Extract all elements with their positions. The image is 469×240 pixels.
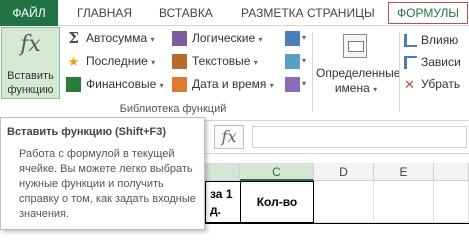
cell-b-header[interactable]: за 1 д. [205, 181, 240, 223]
column-header-f[interactable] [434, 163, 469, 181]
formula-input[interactable] [252, 126, 467, 148]
worksheet-grid: за 1 д. Кол-во [205, 181, 469, 230]
sigma-icon: Σ [68, 29, 79, 47]
tab-insert[interactable]: ВСТАВКА [159, 3, 213, 23]
math-icon [285, 54, 300, 69]
more-functions-icon [285, 77, 300, 92]
tab-file[interactable]: ФАЙЛ [0, 0, 58, 26]
name-manager-icon [343, 34, 367, 58]
text-icon [172, 54, 187, 69]
trace-dependents-icon [404, 56, 417, 69]
group-separator [399, 32, 400, 112]
chevron-down-icon: ▾ [269, 81, 274, 90]
tab-home[interactable]: ГЛАВНАЯ [77, 3, 132, 23]
fx-icon[interactable]: fx [214, 125, 244, 149]
chevron-down-icon: ▾ [302, 79, 307, 88]
chevron-down-icon: ▾ [258, 35, 263, 44]
fx-icon: fx [20, 32, 41, 57]
cell-e[interactable] [374, 181, 434, 223]
chevron-down-icon: ▾ [159, 81, 164, 90]
chevron-down-icon: ▾ [150, 35, 155, 44]
defined-names-button[interactable]: Определенные имена ▾ [316, 32, 401, 102]
cell-f[interactable] [434, 181, 469, 223]
insert-function-label: Вставить функцию [7, 70, 54, 96]
chevron-down-icon: ▾ [302, 33, 307, 42]
ribbon-tabs: ФАЙЛ ГЛАВНАЯ ВСТАВКА РАЗМЕТКА СТРАНИЦЫ Ф… [0, 0, 469, 26]
ribbon-formulas: fx Вставить функцию Σ Автосумма ▾ ★ Посл… [0, 26, 469, 121]
column-header-d[interactable]: D [314, 163, 374, 181]
trace-precedents-icon [404, 34, 417, 47]
defined-names-label: Определенные имена ▾ [316, 66, 401, 95]
column-header-c[interactable]: C [240, 163, 314, 181]
table-row [205, 223, 469, 230]
tab-page-layout[interactable]: РАЗМЕТКА СТРАНИЦЫ [241, 3, 375, 23]
function-library-label: Библиотека функций [119, 103, 227, 115]
column-header-e[interactable]: E [374, 163, 434, 181]
column-header-b[interactable] [205, 163, 240, 181]
chevron-down-icon: ▾ [302, 56, 307, 65]
tooltip-title: Вставить функцию (Shift+F3) [7, 126, 167, 138]
insert-function-tooltip: Вставить функцию (Shift+F3) Работа с фор… [0, 117, 205, 230]
cell-c-header[interactable]: Кол-во [240, 181, 314, 223]
tooltip-body: Работа с формулой в текущей ячейке. Вы м… [19, 148, 196, 220]
star-icon: ★ [67, 54, 80, 69]
cell-d[interactable] [314, 181, 374, 223]
math-button[interactable]: ▾ [285, 51, 309, 71]
insert-function-button[interactable]: fx Вставить функцию [1, 27, 60, 99]
chevron-down-icon: ▾ [151, 58, 156, 67]
group-separator [312, 32, 313, 112]
financial-icon [66, 77, 81, 92]
remove-arrows-icon: ✕ [404, 77, 415, 92]
lookup-button[interactable]: ▾ [285, 28, 309, 48]
logical-icon [172, 31, 187, 46]
more-functions-button[interactable]: ▾ [285, 74, 309, 94]
calendar-icon [172, 77, 187, 92]
chevron-down-icon: ▾ [253, 58, 258, 67]
chevron-down-icon: ▾ [373, 85, 378, 94]
tab-formulas[interactable]: ФОРМУЛЫ [388, 2, 469, 24]
lookup-icon [285, 31, 300, 46]
